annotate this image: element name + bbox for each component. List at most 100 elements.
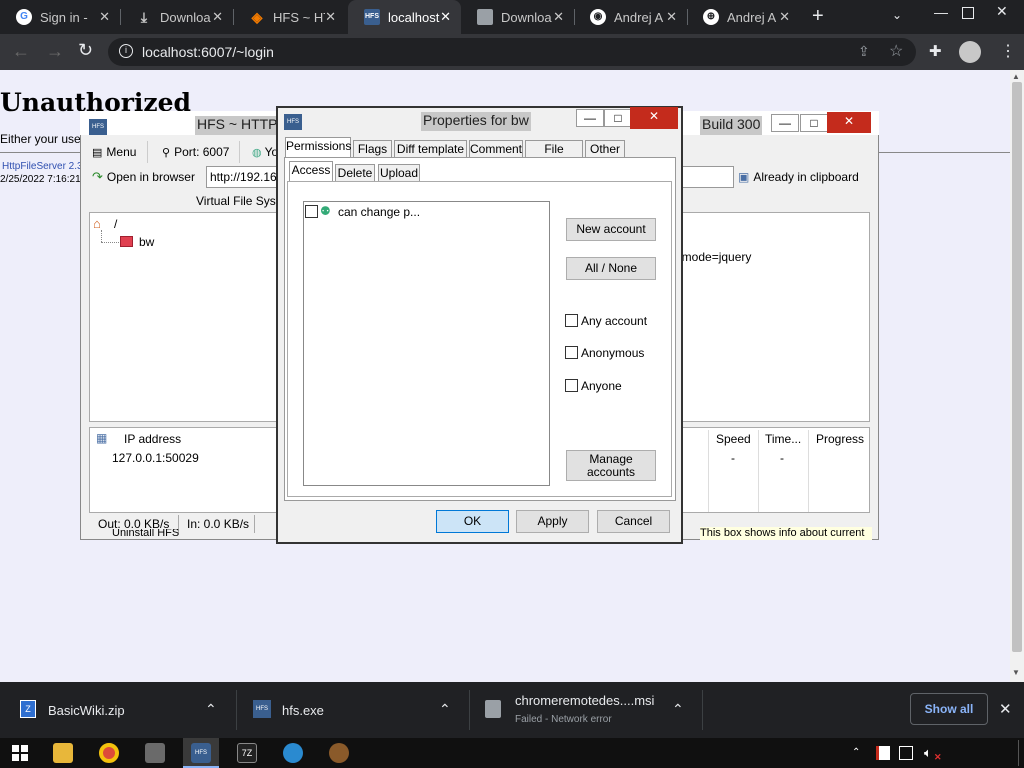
tab-andrej-2[interactable]: ⊕ Andrej A ✕ (687, 0, 800, 34)
tab-downloads[interactable]: ⤓ Downloa ✕ (120, 0, 233, 34)
new-account-button[interactable]: New account (566, 218, 656, 241)
globe-app-icon[interactable] (283, 743, 303, 763)
tab-diff-template[interactable]: Diff template (394, 140, 467, 158)
maximize-window-icon[interactable] (962, 7, 974, 19)
hfs-taskbar-icon[interactable]: HFS (191, 743, 211, 763)
back-icon[interactable]: ← (12, 41, 30, 62)
7zip-icon[interactable]: 7Z (237, 743, 257, 763)
profile-avatar[interactable] (959, 41, 981, 63)
scroll-up-icon[interactable]: ▲ (1012, 72, 1020, 81)
chevron-up-icon[interactable]: ⌃ (439, 701, 451, 718)
tray-chevron-icon[interactable]: ⌃ (852, 747, 860, 758)
download-item-hfs[interactable]: HFS hfs.exe ⌃ (237, 682, 469, 738)
connection-ip[interactable]: 127.0.0.1:50029 (112, 451, 199, 465)
hfs-maximize-button[interactable]: □ (800, 114, 828, 132)
download-item-chromeremote[interactable]: chromeremotedes....msi Failed - Network … (470, 682, 702, 738)
site-info-icon[interactable]: i (119, 44, 133, 58)
home-icon: ⌂ (93, 216, 101, 231)
dialog-maximize-button[interactable]: □ (604, 109, 632, 127)
tab-downloads-2[interactable]: Downloa ✕ (461, 0, 574, 34)
share-icon[interactable]: ⇪ (858, 43, 870, 60)
accounts-list[interactable] (303, 201, 550, 486)
chevron-up-icon[interactable]: ⌃ (205, 701, 217, 718)
cancel-button[interactable]: Cancel (597, 510, 670, 533)
ok-button[interactable]: OK (436, 510, 509, 533)
bookmark-star-icon[interactable]: ☆ (889, 41, 903, 61)
hfs-close-button[interactable]: ✕ (827, 112, 871, 133)
close-tab-icon[interactable]: ✕ (779, 9, 790, 25)
anonymous-checkbox[interactable] (565, 346, 578, 359)
apply-button[interactable]: Apply (516, 510, 589, 533)
close-tab-icon[interactable]: ✕ (212, 9, 223, 25)
tab-comment[interactable]: Comment (469, 140, 523, 158)
chevron-up-icon[interactable]: ⌃ (672, 701, 684, 718)
uninstall-link[interactable]: Uninstall HFS (112, 529, 179, 540)
network-tray-icon[interactable] (899, 746, 913, 760)
hfs-port-button[interactable]: ⚲ Port: 6007 (158, 141, 240, 163)
tab-other[interactable]: Other (585, 140, 625, 158)
more-menu-icon[interactable]: ⋮ (1000, 41, 1016, 61)
close-tab-icon[interactable]: ✕ (440, 9, 451, 25)
tab-hfs[interactable]: ◈ HFS ~ HT ✕ (233, 0, 346, 34)
anyone-checkbox[interactable] (565, 379, 578, 392)
subtab-access[interactable]: Access (289, 161, 333, 182)
col-ip-address[interactable]: IP address (124, 432, 181, 446)
col-time[interactable]: Time... (765, 432, 801, 446)
reload-icon[interactable]: ↻ (78, 40, 93, 61)
tab-permissions[interactable]: Permissions (285, 137, 351, 158)
col-divider (708, 430, 709, 512)
close-tab-icon[interactable]: ✕ (666, 9, 677, 25)
open-in-browser-button[interactable]: ↷ Open in browser (92, 167, 195, 187)
volume-tray-icon[interactable]: 🔈︎ (924, 745, 932, 761)
windows-start-icon[interactable] (12, 745, 28, 761)
show-desktop-button[interactable] (1018, 740, 1019, 766)
account-item-label[interactable]: can change p... (338, 205, 420, 219)
app-icon[interactable] (145, 743, 165, 763)
subtab-upload[interactable]: Upload (378, 164, 420, 182)
close-tab-icon[interactable]: ✕ (553, 9, 564, 25)
page-icon (477, 9, 493, 25)
close-tab-icon[interactable]: ✕ (325, 9, 336, 25)
col-speed[interactable]: Speed (716, 432, 751, 446)
col-progress[interactable]: Progress (816, 432, 864, 446)
scrollbar-thumb[interactable] (1012, 82, 1022, 652)
file-explorer-icon[interactable] (53, 743, 73, 763)
account-checkbox[interactable] (305, 205, 318, 218)
dialog-close-button[interactable]: ✕ (630, 107, 678, 129)
tab-search-icon[interactable]: ⌄ (892, 8, 902, 22)
manage-accounts-button[interactable]: Manage accounts (566, 450, 656, 481)
vfs-root[interactable]: / (114, 217, 117, 231)
new-tab-icon[interactable]: + (812, 5, 824, 28)
show-all-button[interactable]: Show all (910, 693, 988, 725)
all-none-button[interactable]: All / None (566, 257, 656, 280)
tool-app-icon[interactable] (329, 743, 349, 763)
clipboard-status[interactable]: ▣ Already in clipboard (738, 167, 859, 187)
tab-andrej-1[interactable]: ◉ Andrej A ✕ (574, 0, 687, 34)
vfs-right-panel (682, 212, 870, 422)
scroll-down-icon[interactable]: ▼ (1012, 668, 1020, 677)
close-downloads-icon[interactable]: ✕ (999, 700, 1012, 718)
hfs-url-field[interactable]: http://192.168 (206, 166, 278, 188)
extensions-icon[interactable]: ✚ (929, 42, 942, 60)
tab-flags[interactable]: Flags (353, 140, 392, 158)
dialog-minimize-button[interactable]: — (576, 109, 604, 127)
tab-localhost[interactable]: HFS localhost ✕ (348, 0, 461, 34)
subtab-delete[interactable]: Delete (335, 164, 375, 182)
hfs-minimize-button[interactable]: — (771, 114, 799, 132)
hfs-you-button[interactable]: ◍ Yo (250, 141, 278, 163)
flag-tray-icon[interactable] (876, 746, 890, 760)
close-window-icon[interactable]: ✕ (996, 3, 1008, 20)
footer-link[interactable]: HttpFileServer 2.3 (2, 161, 82, 172)
vfs-folder-bw[interactable]: bw (139, 235, 154, 249)
folder-icon (120, 236, 133, 247)
tab-sign-in[interactable]: G Sign in - ✕ (0, 0, 120, 34)
hfs-url-field-end[interactable] (680, 166, 734, 188)
close-tab-icon[interactable]: ✕ (99, 9, 110, 25)
hfs-menu-button[interactable]: ▤ Menu (88, 141, 148, 163)
forward-icon[interactable]: → (46, 41, 64, 62)
minimize-window-icon[interactable]: — (934, 4, 948, 20)
chrome-icon[interactable] (99, 743, 119, 763)
download-item-basicwiki[interactable]: Z BasicWiki.zip ⌃ (0, 682, 236, 738)
tab-file-masks[interactable]: File masks (525, 140, 583, 172)
any-account-checkbox[interactable] (565, 314, 578, 327)
